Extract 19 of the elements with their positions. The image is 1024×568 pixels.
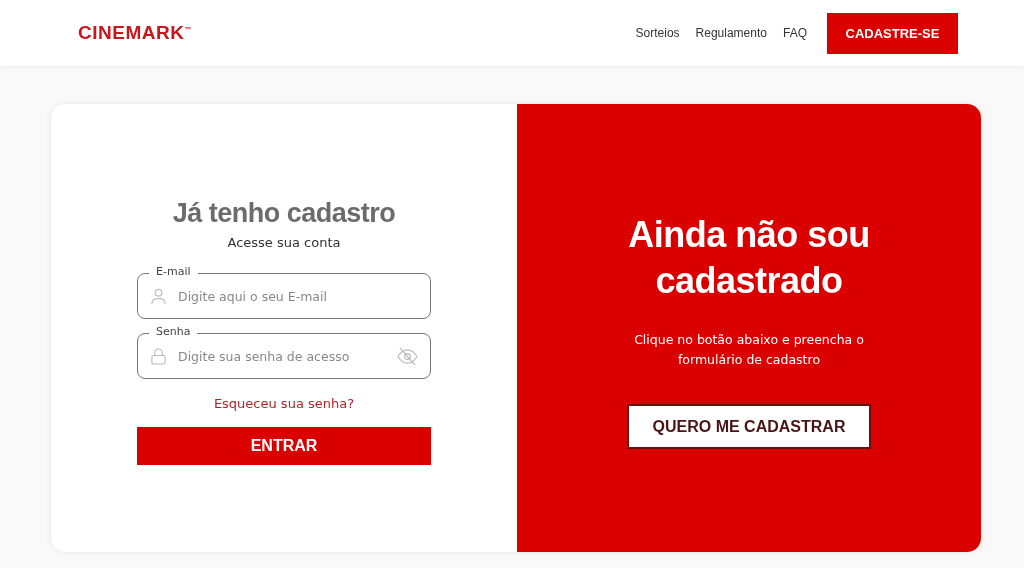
forgot-password-link[interactable]: Esqueceu sua senha? xyxy=(213,396,355,411)
nav-link[interactable]: FAQ xyxy=(783,26,807,40)
signup-button[interactable]: CADASTRE-SE xyxy=(827,12,958,54)
user-icon xyxy=(150,287,167,305)
register-button[interactable]: QUERO ME CADASTRAR xyxy=(627,404,871,449)
nav-link[interactable]: Regulamento xyxy=(695,26,767,40)
text-input[interactable]: Digite aqui o seu E-mail xyxy=(176,287,418,305)
login-button[interactable]: ENTRAR xyxy=(137,427,431,465)
lock-icon xyxy=(150,347,167,365)
hidden-eye-icon[interactable] xyxy=(397,346,418,366)
field-label: E-mail xyxy=(149,265,198,278)
text-input[interactable]: Digite sua senha de acesso xyxy=(176,347,397,365)
logo[interactable]: CINEMARK$^{™}$ xyxy=(78,22,192,44)
signup-title: Ainda não sou cadastrado xyxy=(627,213,871,303)
nav-link[interactable]: Sorteios xyxy=(635,26,680,40)
login-subtitle: Acesse sua conta xyxy=(227,235,341,250)
field-label: Senha xyxy=(149,325,198,338)
signup-text: Clique no botão abaixo e preencha o formulário de cadastro xyxy=(633,331,865,369)
login-title: Já tenho cadastro xyxy=(172,198,396,229)
